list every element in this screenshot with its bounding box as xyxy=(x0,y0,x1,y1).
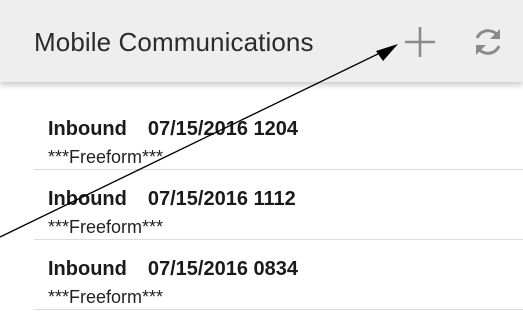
plus-icon xyxy=(405,27,435,57)
list-item[interactable]: Inbound 07/15/2016 1204 ***Freeform*** xyxy=(34,100,523,170)
message-datetime: 07/15/2016 1112 xyxy=(147,188,296,210)
message-direction: Inbound xyxy=(48,188,127,210)
message-list: Inbound 07/15/2016 1204 ***Freeform*** In… xyxy=(34,100,523,310)
message-direction: Inbound xyxy=(48,118,127,140)
message-body: ***Freeform*** xyxy=(48,217,164,237)
refresh-button[interactable] xyxy=(466,20,510,64)
page-title: Mobile Communications xyxy=(34,27,314,57)
message-datetime: 07/15/2016 0834 xyxy=(147,258,299,280)
message-datetime: 07/15/2016 1204 xyxy=(147,118,299,140)
app-bar: Mobile Communications xyxy=(0,0,523,82)
message-direction: Inbound xyxy=(48,258,127,280)
list-item[interactable]: Inbound 07/15/2016 1112 ***Freeform*** xyxy=(34,170,523,240)
add-button[interactable] xyxy=(398,20,442,64)
message-body: ***Freeform*** xyxy=(48,287,164,307)
list-item[interactable]: Inbound 07/15/2016 0834 ***Freeform*** xyxy=(34,240,523,310)
message-body: ***Freeform*** xyxy=(48,147,164,167)
refresh-icon xyxy=(475,29,501,55)
